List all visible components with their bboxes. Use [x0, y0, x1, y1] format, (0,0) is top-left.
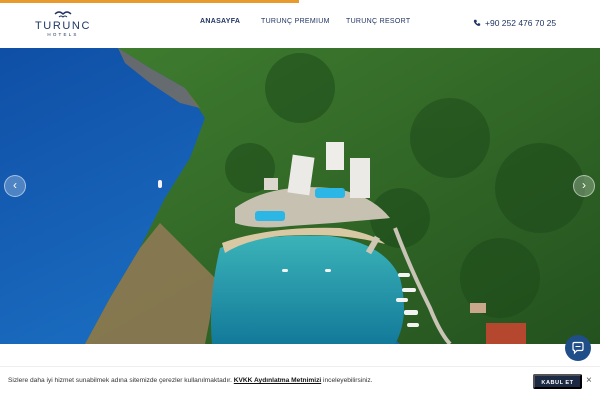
close-icon[interactable]: ×: [586, 375, 592, 386]
nav-item-turunc-premium[interactable]: TURUNÇ PREMIUM: [261, 18, 330, 25]
hero-slider: ‹ ›: [0, 48, 600, 344]
chat-bubble-icon: [572, 341, 584, 355]
nav-item-turunc-resort[interactable]: TURUNÇ RESORT: [346, 18, 410, 25]
kvkk-link[interactable]: KVKK Aydınlatma Metnimizi: [234, 377, 321, 384]
cookie-bar: Sizlere daha iyi hizmet sunabilmek adına…: [0, 366, 600, 395]
phone-icon: [473, 19, 481, 26]
accept-cookies-button[interactable]: KABUL ET: [533, 374, 582, 389]
chat-button[interactable]: [565, 335, 591, 361]
cookie-message: Sizlere daha iyi hizmet sunabilmek adına…: [8, 377, 373, 384]
nav-item-anasayfa[interactable]: ANASAYFA: [200, 18, 240, 25]
slider-prev-button[interactable]: ‹: [4, 175, 26, 197]
brand-tagline: HOTELS: [47, 32, 79, 37]
accent-bar: [0, 0, 299, 3]
page: TURUNC HOTELS ANASAYFA TURUNÇ PREMIUM TU…: [0, 0, 600, 395]
phone-number: +90 252 476 70 25: [485, 18, 557, 28]
brand-name: TURUNC: [34, 20, 92, 32]
cookie-text-before: Sizlere daha iyi hizmet sunabilmek adına…: [8, 377, 234, 384]
logo[interactable]: TURUNC HOTELS: [33, 9, 93, 41]
slider-next-button[interactable]: ›: [573, 175, 595, 197]
cookie-text-after: inceleyebilirsiniz.: [321, 377, 373, 384]
hero-aerial-image: [0, 48, 600, 344]
phone-link[interactable]: +90 252 476 70 25: [473, 18, 557, 28]
site-header: TURUNC HOTELS ANASAYFA TURUNÇ PREMIUM TU…: [0, 0, 600, 48]
seagull-crest-icon: [54, 11, 72, 18]
